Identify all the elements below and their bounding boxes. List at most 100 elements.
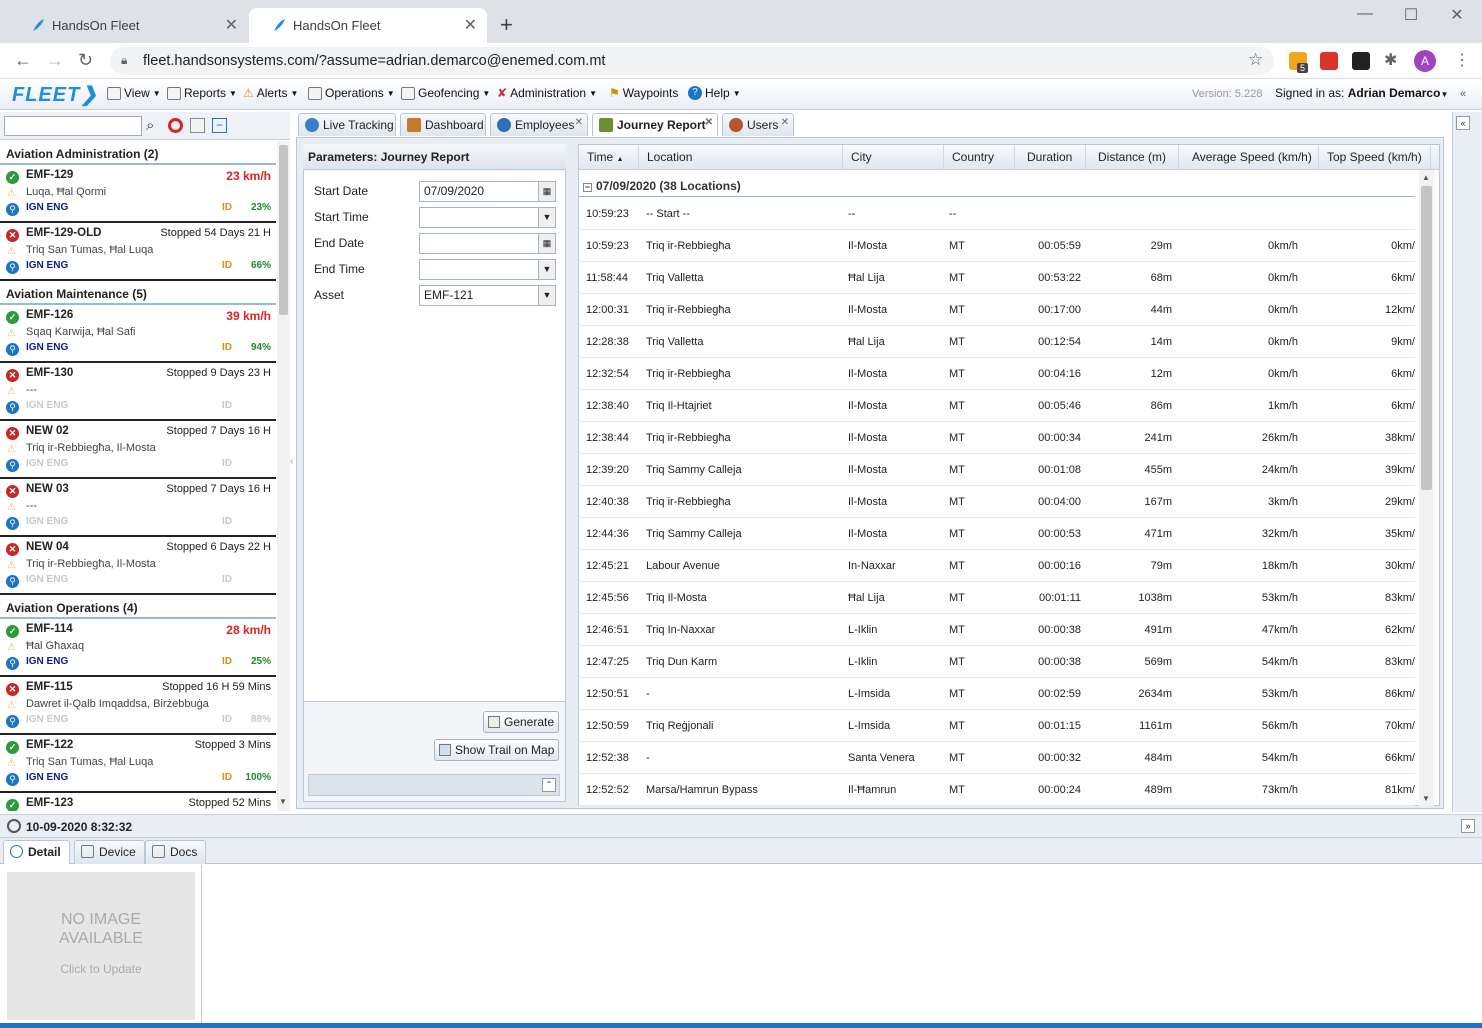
scrollbar-thumb[interactable]	[1421, 186, 1432, 490]
url-input[interactable]: fleet.handsonsystems.com/?assume=adrian.…	[110, 47, 1274, 75]
table-row[interactable]: 12:32:54 Triq ir-Rebbiegħa Il-Mosta MT 00:04…	[579, 358, 1415, 390]
tab-employees[interactable]: Employees ✕	[490, 113, 588, 136]
table-row[interactable]: 12:45:21 Labour Avenue In-Naxxar MT 00:00:16…	[579, 550, 1415, 582]
table-row[interactable]: 12:45:56 Triq Il-Mosta Ħal Lija MT 00:01:11 1…	[579, 582, 1415, 614]
locate-icon[interactable]: ⚲	[6, 715, 19, 728]
close-tab-icon[interactable]: ✕	[781, 112, 789, 134]
asset-item[interactable]: ✓ EMF-126 39 km/h ⚠ Sqaq Karwija, Ħal Safi ⚲ I…	[0, 305, 276, 363]
table-row[interactable]: 12:46:51 Triq In-Naxxar L-Iklin MT 00:00:38 4…	[579, 614, 1415, 646]
col-header-time[interactable]: Time ▲	[579, 145, 639, 170]
table-row[interactable]: 12:52:52 Marsa/Hamrun Bypass Il-Ħamrun MT 00…	[579, 774, 1415, 806]
asset-item[interactable]: ✓EMF-123Stopped 52 Mins⚠⚲	[0, 793, 276, 811]
close-window-icon[interactable]: ✕	[1434, 5, 1480, 25]
asset-group-header[interactable]: Aviation Maintenance (5)	[0, 281, 276, 305]
asset-group-header[interactable]: Aviation Administration (2)	[0, 141, 276, 165]
locate-icon[interactable]: ⚲	[6, 343, 19, 356]
col-header-avg-speed[interactable]: Average Speed (km/h)	[1179, 145, 1319, 170]
col-header-city[interactable]: City	[843, 145, 944, 170]
browser-tab-active[interactable]: HandsOn Fleet ✕	[249, 8, 487, 43]
asset-item[interactable]: ✕ EMF-130 Stopped 9 Days 23 H ⚠ --- ⚲ IGN ENG I…	[0, 363, 276, 421]
start-date-field[interactable]: 07/09/2020 ▦	[419, 181, 556, 202]
show-trail-button[interactable]: Show Trail on Map	[434, 739, 560, 761]
profile-avatar[interactable]: A	[1414, 50, 1436, 72]
new-tab-icon[interactable]: +	[500, 12, 513, 38]
col-header-country[interactable]: Country	[944, 145, 1015, 170]
table-row[interactable]: 12:39:20 Triq Sammy Calleja Il-Mosta MT 00:0…	[579, 454, 1415, 486]
col-header-duration[interactable]: Duration	[1015, 145, 1086, 170]
col-header-top-speed[interactable]: Top Speed (km/h)	[1319, 145, 1431, 170]
collapse-all-icon[interactable]: −	[212, 118, 227, 133]
collapse-up-icon[interactable]: ⌃	[542, 778, 556, 792]
asset-item[interactable]: ✕ NEW 04 Stopped 6 Days 22 H ⚠ Triq ir-Rebbi…	[0, 537, 276, 595]
asset-item[interactable]: ✓ EMF-114 28 km/h ⚠ Ħal Għaxaq ⚲ IGN ENG ID 25%	[0, 619, 276, 677]
close-tab-icon[interactable]: ✕	[705, 112, 713, 134]
close-tab-icon[interactable]: ✕	[225, 8, 238, 43]
table-row[interactable]: 12:47:25 Triq Dun Karm L-Iklin MT 00:00:38 56…	[579, 646, 1415, 678]
table-row[interactable]: 12:28:38 Triq Valletta Ħal Lija MT 00:12:54 1…	[579, 326, 1415, 358]
menu-reports[interactable]: Reports ▼	[167, 86, 237, 100]
calendar-icon[interactable]: ▦	[538, 182, 555, 201]
menu-geofencing[interactable]: Geofencing ▼	[401, 86, 490, 100]
pdf-extension-icon[interactable]	[1352, 52, 1370, 70]
end-date-field[interactable]: ▦	[419, 233, 556, 254]
tab-docs[interactable]: Docs	[145, 840, 207, 864]
forward-icon[interactable]: →	[46, 50, 64, 71]
expand-panel-icon[interactable]: «	[1456, 116, 1470, 130]
no-image-placeholder[interactable]: NO IMAGE AVAILABLE Click to Update	[7, 872, 195, 1020]
table-row[interactable]: 12:50:51 - L-Imsida MT 00:02:59 2634m 53km/h 86…	[579, 678, 1415, 710]
locate-icon[interactable]: ⚲	[6, 459, 19, 472]
lock-icon[interactable]: 🔒︎	[121, 53, 127, 68]
tab-dashboard[interactable]: Dashboard	[400, 113, 486, 136]
splitter-handle[interactable]: ‹	[290, 456, 293, 467]
tab-detail[interactable]: Detail	[3, 840, 70, 864]
col-header-distance[interactable]: Distance (m)	[1086, 145, 1179, 170]
bookmark-star-icon[interactable]: ☆	[1248, 50, 1263, 70]
reload-icon[interactable]: ↻	[78, 50, 93, 71]
collapse-down-icon[interactable]: »	[1461, 819, 1475, 833]
browser-tab[interactable]: HandsOn Fleet ✕	[8, 8, 248, 43]
extension-icon[interactable]	[1320, 52, 1338, 70]
tab-users[interactable]: Users ✕	[722, 113, 794, 136]
asset-item[interactable]: ✕ NEW 02 Stopped 7 Days 16 H ⚠ Triq ir-Rebbi…	[0, 421, 276, 479]
maximize-icon[interactable]: ☐	[1388, 5, 1434, 25]
table-row[interactable]: 12:50:59 Triq Reġjonali L-Imsida MT 00:01:15…	[579, 710, 1415, 742]
menu-administration[interactable]: ✘ Administration ▼	[497, 86, 597, 100]
menu-view[interactable]: View ▼	[107, 86, 161, 100]
table-row[interactable]: 12:38:40 Triq Il-Htajriet Il-Mosta MT 00:05:…	[579, 390, 1415, 422]
asset-item[interactable]: ✕ EMF-115 Stopped 16 H 59 Mins ⚠ Dawret il-Q…	[0, 677, 276, 735]
browser-menu-icon[interactable]: ⋮	[1454, 50, 1470, 70]
generate-button[interactable]: Generate	[483, 711, 560, 733]
asset-item[interactable]: ✓ EMF-129 23 km/h ⚠ Luqa, Ħal Qormi ⚲ IGN ENG I…	[0, 165, 276, 223]
locate-icon[interactable]: ⚲	[6, 517, 19, 530]
tab-journey-report[interactable]: Journey Report ✕	[592, 113, 718, 136]
close-tab-icon[interactable]: ✕	[464, 8, 477, 43]
asset-item[interactable]: ✓ EMF-122 Stopped 3 Mins ⚠ Triq San Tumas, Ħ…	[0, 735, 276, 793]
grid-group-header[interactable]: −07/09/2020 (38 Locations)	[579, 176, 1415, 197]
asset-item[interactable]: ✕ EMF-129-OLD Stopped 54 Days 21 H ⚠ Triq Sa…	[0, 223, 276, 281]
chevron-down-icon[interactable]: ▼	[538, 208, 555, 227]
locate-icon[interactable]: ⚲	[6, 773, 19, 786]
locate-icon[interactable]: ⚲	[6, 401, 19, 414]
chevron-down-icon[interactable]: ▼	[538, 286, 555, 305]
table-row[interactable]: 12:00:31 Triq ir-Rebbiegħa Il-Mosta MT 00:17…	[579, 294, 1415, 326]
asset-item[interactable]: ✕ NEW 03 Stopped 7 Days 16 H ⚠ --- ⚲ IGN ENG ID	[0, 479, 276, 537]
menu-waypoints[interactable]: ⚑ Waypoints	[609, 86, 678, 100]
signed-in[interactable]: Signed in as: Adrian Demarco▼	[1275, 86, 1448, 100]
menu-operations[interactable]: Operations ▼	[308, 86, 395, 100]
table-row[interactable]: 10:59:23 Triq ir-Rebbiegħa Il-Mosta MT 00:05…	[579, 230, 1415, 262]
table-row[interactable]: 12:40:38 Triq ir-Rebbiegħa Il-Mosta MT 00:04…	[579, 486, 1415, 518]
chevron-down-icon[interactable]: ▼	[538, 260, 555, 279]
scroll-up-icon[interactable]: ▲	[1422, 173, 1430, 182]
asset-search-input[interactable]	[4, 116, 142, 136]
tab-device[interactable]: Device	[74, 840, 145, 864]
scroll-down-icon[interactable]: ▼	[279, 797, 287, 806]
table-row[interactable]: 10:59:23 -- Start -- -- --	[579, 198, 1415, 230]
close-tab-icon[interactable]: ✕	[575, 112, 583, 134]
asset-select[interactable]: EMF-121 ▼	[419, 285, 556, 306]
puzzle-extensions-icon[interactable]: ✱	[1384, 50, 1397, 70]
locate-icon[interactable]: ⚲	[6, 261, 19, 274]
table-row[interactable]: 12:38:44 Triq ir-Rebbiegħa Il-Mosta MT 00:00…	[579, 422, 1415, 454]
locate-icon[interactable]: ⚲	[6, 575, 19, 588]
col-header-location[interactable]: Location	[639, 145, 843, 170]
collapse-header-icon[interactable]: «	[1460, 88, 1466, 100]
